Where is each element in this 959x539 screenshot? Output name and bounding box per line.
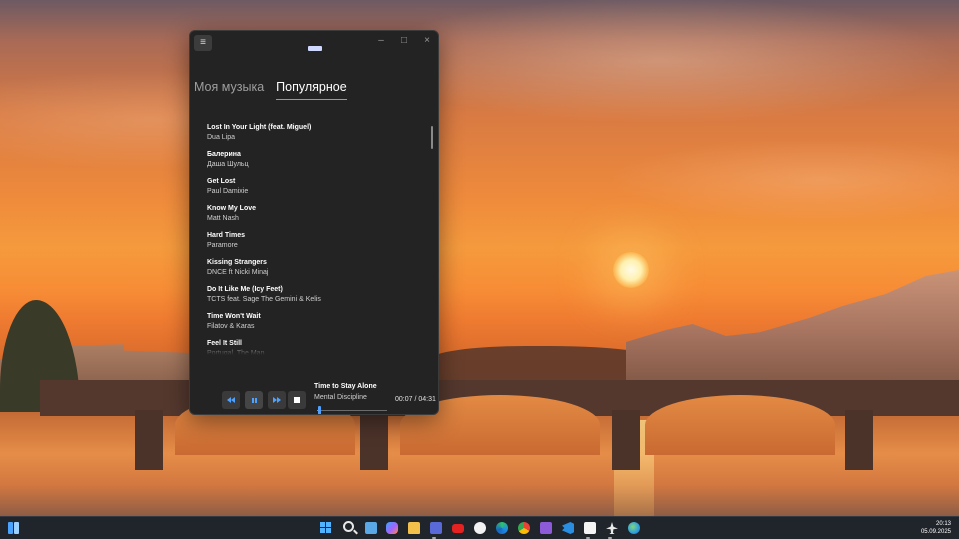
tab-popular[interactable]: Популярное <box>276 80 347 100</box>
copilot-icon[interactable] <box>386 522 398 534</box>
desktop-wallpaper <box>0 0 959 516</box>
hamburger-menu-icon: ≡ <box>200 37 206 48</box>
track-title: Hard Times <box>207 232 245 239</box>
start-icon[interactable] <box>320 522 332 534</box>
track-item[interactable]: Балерина Даша Шульц <box>207 150 427 177</box>
player-bar: Time to Stay Alone Mental Discipline 00:… <box>190 383 438 414</box>
app-logo <box>308 46 322 51</box>
tab-my-music[interactable]: Моя музыка <box>194 80 264 100</box>
bridge-pier <box>845 410 873 470</box>
minimize-button[interactable]: – <box>370 33 392 49</box>
track-artist: Paul Damixie <box>207 188 249 195</box>
track-artist: Даша Шульц <box>207 161 249 168</box>
hamburger-menu-button[interactable]: ≡ <box>194 35 212 51</box>
search-icon[interactable] <box>343 521 354 532</box>
track-artist: Matt Nash <box>207 215 239 222</box>
clock-date: 05.09.2025 <box>920 529 951 535</box>
pause-icon <box>251 397 257 403</box>
youtube-icon[interactable] <box>452 524 464 533</box>
track-title: Do It Like Me (Icy Feet) <box>207 286 283 293</box>
track-title: Time Won't Wait <box>207 313 261 320</box>
track-item[interactable]: Do It Like Me (Icy Feet) TCTS feat. Sage … <box>207 285 427 312</box>
track-item[interactable]: Kissing Strangers DNCE ft Nicki Minaj <box>207 258 427 285</box>
track-item[interactable]: Know My Love Matt Nash <box>207 204 427 231</box>
save-icon[interactable] <box>430 522 442 534</box>
track-title: Kissing Strangers <box>207 259 267 266</box>
previous-icon <box>226 397 236 403</box>
title-bar[interactable]: ≡ – □ × <box>190 31 438 59</box>
next-button[interactable] <box>268 391 286 409</box>
track-artist: Paramore <box>207 242 238 249</box>
now-playing-artist: Mental Discipline <box>314 394 367 401</box>
previous-button[interactable] <box>222 391 240 409</box>
seek-slider[interactable] <box>317 406 387 414</box>
file-explorer-icon[interactable] <box>408 522 420 534</box>
stop-icon <box>294 397 300 403</box>
clock-time: 20:13 <box>935 521 951 527</box>
visual-studio-icon[interactable] <box>540 522 552 534</box>
track-item[interactable]: Time Won't Wait Filatov & Karas <box>207 312 427 339</box>
globe-icon[interactable] <box>628 522 640 534</box>
tab-bar: Моя музыка Популярное <box>194 80 359 100</box>
bridge-pier <box>360 410 388 470</box>
widgets-icon[interactable] <box>8 522 20 534</box>
next-icon <box>272 397 282 403</box>
sky <box>0 0 959 260</box>
track-item[interactable]: Hard Times Paramore <box>207 231 427 258</box>
music-app-window: ≡ – □ × Моя музыка Популярное Lost In Yo… <box>189 30 439 415</box>
maximize-button[interactable]: □ <box>393 33 415 49</box>
taskbar: 20:13 05.09.2025 <box>0 516 959 539</box>
pause-button[interactable] <box>245 391 263 409</box>
track-item[interactable]: Lost In Your Light (feat. Miguel) Dua Lip… <box>207 123 427 150</box>
plane-app-icon[interactable] <box>606 522 618 534</box>
playback-time: 00:07 / 04:31 <box>395 396 436 403</box>
track-artist: Filatov & Karas <box>207 323 255 330</box>
track-artist: Dua Lipa <box>207 134 236 141</box>
seek-thumb[interactable] <box>317 406 321 414</box>
bridge-pier <box>612 410 640 470</box>
track-list: Lost In Your Light (feat. Miguel) Dua Lip… <box>207 123 427 355</box>
now-playing-title: Time to Stay Alone <box>314 383 377 390</box>
chrome-icon[interactable] <box>518 522 530 534</box>
track-item[interactable]: Get Lost Paul Damixie <box>207 177 427 204</box>
track-list-scrollbar[interactable] <box>431 126 433 149</box>
system-clock[interactable]: 20:13 05.09.2025 <box>921 520 951 536</box>
track-artist: Portugal. The Man <box>207 350 265 355</box>
close-button[interactable]: × <box>416 33 438 49</box>
track-title: Know My Love <box>207 205 257 212</box>
buildings-right <box>626 270 959 390</box>
sun <box>613 252 649 288</box>
notes-icon[interactable] <box>365 522 377 534</box>
vscode-icon[interactable] <box>562 522 574 534</box>
stop-button[interactable] <box>288 391 306 409</box>
track-item[interactable]: Feel It Still Portugal. The Man <box>207 339 427 355</box>
track-artist: DNCE ft Nicki Minaj <box>207 269 269 276</box>
track-title: Get Lost <box>207 178 236 185</box>
bridge-arch <box>645 395 835 455</box>
notepad-icon[interactable] <box>584 522 596 534</box>
track-title: Feel It Still <box>207 340 243 347</box>
bridge-pier <box>135 410 163 470</box>
yandex-browser-icon[interactable] <box>474 522 486 534</box>
track-artist: TCTS feat. Sage The Gemini & Kelis <box>207 296 321 303</box>
track-title: Балерина <box>207 151 241 158</box>
edge-icon[interactable] <box>496 522 508 534</box>
track-title: Lost In Your Light (feat. Miguel) <box>207 124 312 131</box>
